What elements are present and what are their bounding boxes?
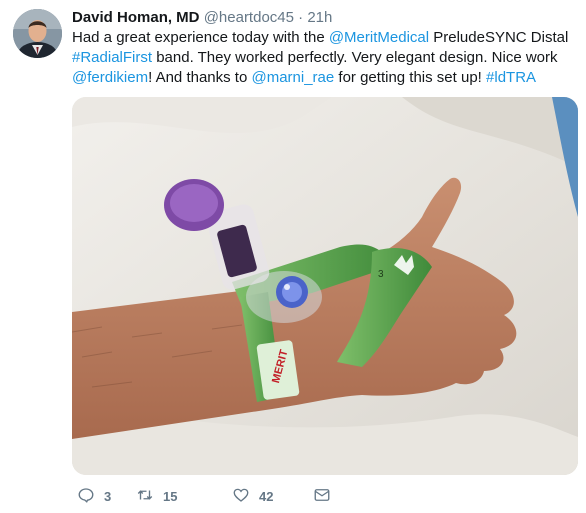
author-name[interactable]: David Homan, MD [72,9,200,26]
reply-icon [77,486,95,507]
hashtag-ldtra[interactable]: #ldTRA [486,69,536,86]
avatar[interactable] [13,9,62,58]
tweet-text: Had a great experience today with the @M… [72,28,577,88]
tweet-text-segment: PreludeSYNC Distal [429,29,569,46]
retweet-button[interactable]: 15 [136,486,177,507]
band-number-label: 3 [378,269,384,280]
mention-meritmedical[interactable]: @MeritMedical [329,29,429,46]
tweet-text-segment: band. They worked perfectly. Very elegan… [152,49,558,66]
mention-marni-rae[interactable]: @marni_rae [251,69,334,86]
tweet: David Homan, MD @heartdoc45 · 21h Had a … [0,0,586,513]
mention-ferdikiem[interactable]: @ferdikiem [72,69,148,86]
direct-message-button[interactable] [313,486,331,507]
tweet-actions: 3 15 42 [72,485,372,507]
retweet-icon [136,486,154,507]
direct-message-icon [313,486,331,507]
tweet-header: David Homan, MD @heartdoc45 · 21h [72,8,577,28]
timestamp[interactable]: 21h [307,9,332,26]
tweet-text-segment: for getting this set up! [334,69,487,86]
hashtag-radialfirst[interactable]: #RadialFirst [72,49,152,66]
reply-button[interactable]: 3 [77,486,111,507]
like-count: 42 [259,488,274,504]
author-handle[interactable]: @heartdoc45 [204,9,294,26]
like-button[interactable]: 42 [232,486,273,507]
reply-count: 3 [104,488,112,504]
retweet-count: 15 [163,488,178,504]
tweet-text-segment: Had a great experience today with the [72,29,329,46]
like-icon [232,486,250,507]
separator: · [298,9,304,26]
tweet-text-segment: ! And thanks to [148,69,252,86]
tweet-photo[interactable]: MERIT 3 [72,97,578,475]
